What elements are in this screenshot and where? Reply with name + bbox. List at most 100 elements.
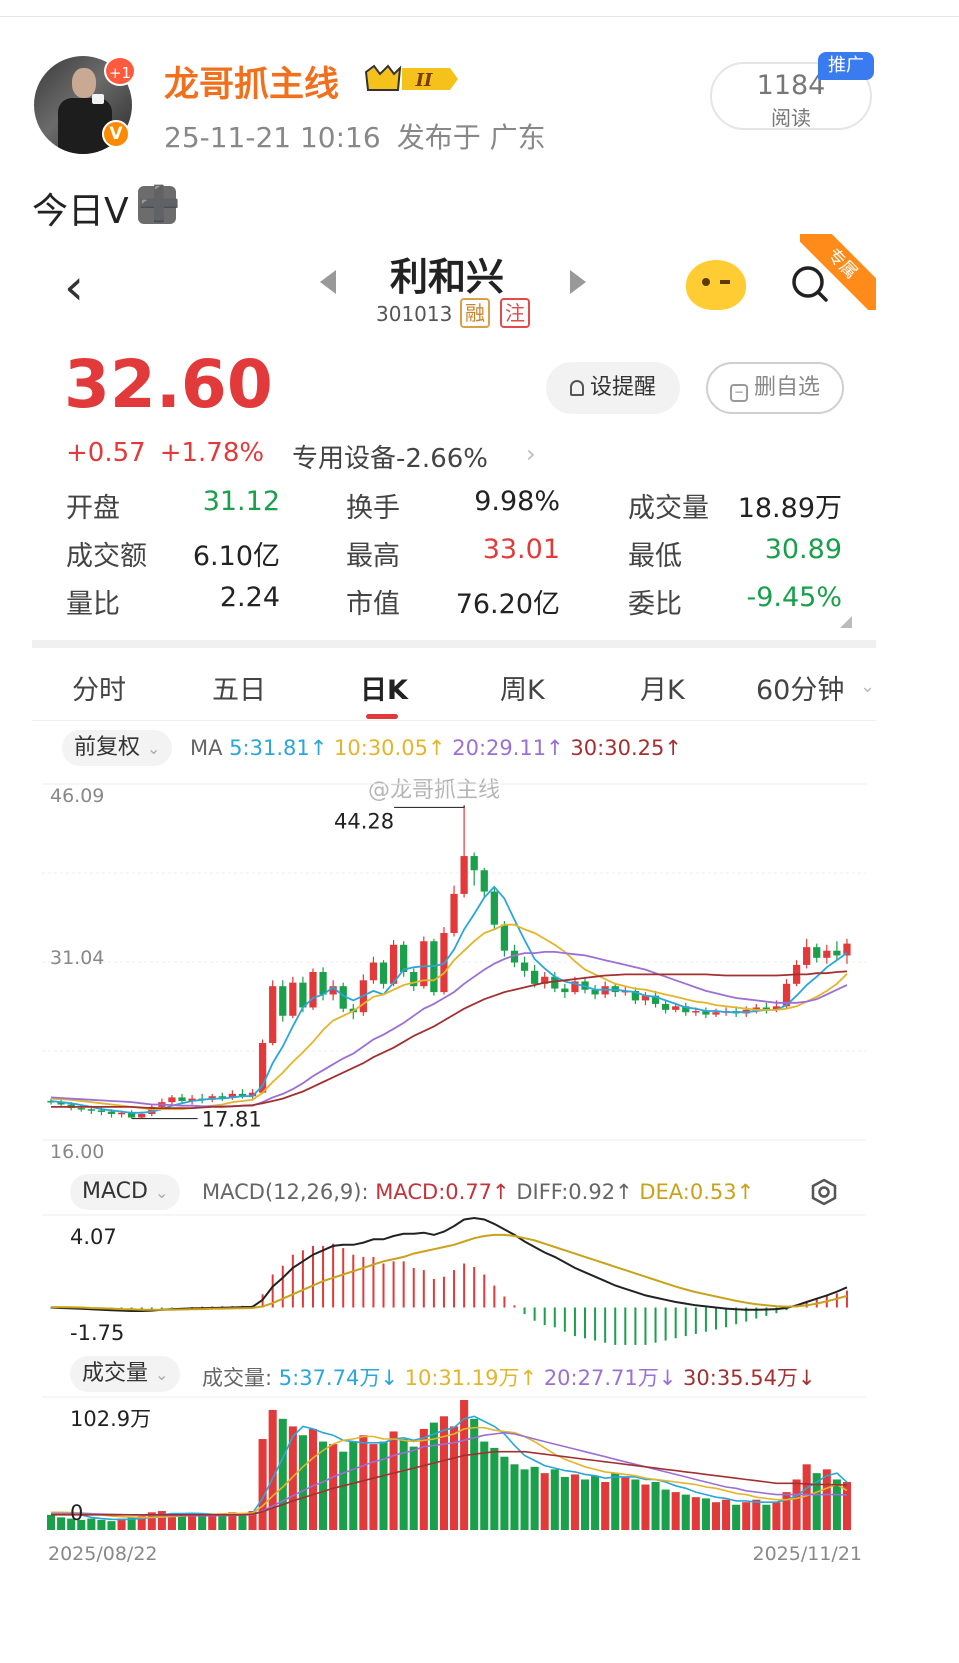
candle <box>289 982 297 1016</box>
low-label: 最低 <box>628 541 682 572</box>
volume-bar <box>772 1502 781 1530</box>
volume-value: 18.89万 <box>737 493 842 524</box>
volume-bar <box>439 1416 448 1530</box>
promo-badge[interactable]: 推广 <box>818 52 874 80</box>
volume-bar <box>601 1481 610 1530</box>
username[interactable]: 龙哥抓主线 <box>164 56 339 107</box>
macd-selector[interactable]: MACD ⌄ <box>70 1174 181 1210</box>
mktcap-value: 76.20亿 <box>455 589 560 620</box>
high-annotation: 44.28 <box>334 810 394 834</box>
volume-bar <box>540 1473 549 1530</box>
exclusive-ribbon: 专属 <box>800 234 876 310</box>
tab-five-day[interactable]: 五日 <box>212 668 266 707</box>
volume-bar <box>470 1418 479 1530</box>
volume-bar <box>369 1444 378 1530</box>
settings-hexagon-icon[interactable] <box>810 1178 838 1206</box>
diff-line <box>50 1216 848 1312</box>
margin-tag: 融 <box>460 298 490 328</box>
verified-icon: V <box>102 120 130 148</box>
back-chevron-icon[interactable]: ‹ <box>64 258 84 316</box>
tab-daily-k[interactable]: 日K <box>360 668 408 707</box>
adjust-selector[interactable]: 前复权 ⌄ <box>62 730 173 766</box>
volume-bar <box>621 1476 630 1530</box>
volume-bar <box>762 1504 771 1530</box>
set-alert-button[interactable]: 设提醒 <box>546 362 680 414</box>
volume-bar <box>419 1428 428 1530</box>
dea-line <box>51 1233 848 1311</box>
stock-name: 利和兴 <box>390 255 505 299</box>
tab-intraday[interactable]: 分时 <box>72 668 126 707</box>
expand-corner-icon[interactable] <box>840 616 852 628</box>
mascot-icon[interactable] <box>686 260 746 310</box>
turnover-label: 换手 <box>346 493 400 524</box>
volume-bar <box>711 1502 721 1530</box>
volume-bar <box>570 1474 579 1530</box>
tab-divider <box>32 720 876 721</box>
stock-price: 32.60 <box>64 346 273 423</box>
post-meta: 25-11-21 10:16 发布于 广东 <box>164 116 562 156</box>
volume-bar <box>198 1516 207 1530</box>
follow-plus-badge[interactable]: +1 <box>104 56 136 86</box>
volume-bar <box>701 1498 710 1530</box>
candle <box>309 971 317 1008</box>
volume-bar <box>611 1473 620 1530</box>
tab-monthly-k[interactable]: 月K <box>640 668 685 707</box>
high-label: 最高 <box>346 541 400 572</box>
candle <box>107 1111 116 1114</box>
candlestick-chart[interactable]: 46.09 31.04 16.00 44.28 17.81 <box>0 770 959 1170</box>
bid-ratio-value: -9.45% <box>746 582 842 613</box>
tab-60min[interactable]: 60分钟 <box>756 668 844 707</box>
volume-bar <box>671 1492 680 1530</box>
prev-stock-arrow-icon[interactable] <box>320 270 336 294</box>
chevron-right-icon: › <box>526 440 536 468</box>
volume-selector[interactable]: 成交量 ⌄ <box>70 1356 181 1392</box>
volume-chart[interactable]: 102.9万 0 2025/08/22 2025/11/21 <box>0 1396 959 1663</box>
candle <box>117 1112 126 1115</box>
volume-bar <box>822 1469 831 1530</box>
note-tag: 注 <box>500 298 530 328</box>
volume-bar <box>641 1484 650 1530</box>
volume-bar <box>661 1489 670 1530</box>
volume-bar <box>530 1466 539 1530</box>
macd-chart[interactable]: 4.07 -1.75 <box>0 1214 959 1356</box>
remove-watchlist-button[interactable]: − 删自选 <box>706 362 844 414</box>
candle <box>299 982 307 1008</box>
volume-bar <box>560 1476 569 1530</box>
candle <box>168 1097 176 1103</box>
low-annotation: 17.81 <box>202 1108 262 1132</box>
candle <box>813 947 821 958</box>
candle <box>379 962 388 984</box>
chevron-down-icon[interactable]: ⌄ <box>860 676 875 697</box>
vol-top-label: 102.9万 <box>70 1407 151 1431</box>
volume-bar <box>268 1409 277 1530</box>
volume-label: 成交量 <box>628 493 709 524</box>
volume-bar <box>631 1479 640 1530</box>
tab-weekly-k[interactable]: 周K <box>500 668 545 707</box>
y-tick-label: 16.00 <box>50 1141 104 1163</box>
volume-bar <box>691 1497 700 1530</box>
sector-link[interactable]: 专用设备-2.66% <box>292 438 488 475</box>
vol-ratio-label: 量比 <box>66 589 120 620</box>
y-tick-label: 46.09 <box>50 785 104 807</box>
candle <box>450 893 458 933</box>
candle <box>803 947 811 965</box>
volume-legend: 成交量: 5:37.74万↓ 10:31.19万↑ 20:27.71万↓ 30:… <box>202 1366 816 1390</box>
volume-bar <box>359 1435 368 1530</box>
next-stock-arrow-icon[interactable] <box>570 270 586 294</box>
bid-ratio-label: 委比 <box>628 589 682 620</box>
mktcap-label: 市值 <box>346 589 400 620</box>
volume-bar <box>379 1441 388 1530</box>
candle <box>672 1006 680 1010</box>
post-text: 今日V <box>32 191 129 232</box>
active-tab-underline <box>366 714 398 719</box>
candle <box>692 1011 700 1013</box>
minus-box-icon: − <box>729 384 748 402</box>
candle <box>480 870 488 892</box>
ma5-legend: 5:31.81↑ <box>229 736 328 760</box>
x-start-label: 2025/08/22 <box>48 1543 158 1565</box>
volume-bar <box>47 1514 56 1530</box>
amount-value: 6.10亿 <box>192 541 280 572</box>
candle <box>520 962 529 971</box>
volume-bar <box>681 1494 690 1530</box>
change-value: +0.57 <box>66 438 146 468</box>
